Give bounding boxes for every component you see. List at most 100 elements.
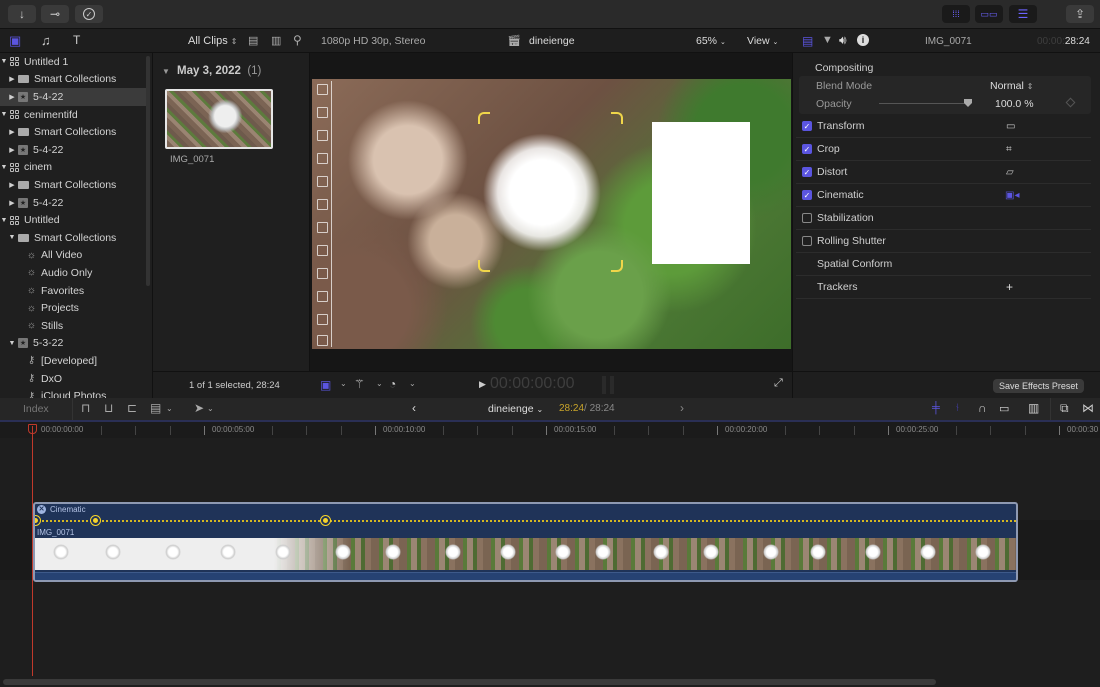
share-button[interactable]: ⇪	[1066, 5, 1094, 23]
disclosure-open-icon[interactable]: ▼	[0, 217, 8, 224]
disclosure-open-icon[interactable]: ▼	[0, 111, 8, 118]
sidebar-item-folder[interactable]: ▶ Smart Collections	[0, 176, 146, 194]
timeline-ruler[interactable]: 00:00:00:00 00:00:05:00 00:00:10:00 00:0…	[0, 422, 1100, 438]
sidebar-item-event[interactable]: ▶ ★ 5-4-22	[0, 141, 146, 159]
focus-point-marker[interactable]	[317, 314, 328, 325]
keyword-editor-button[interactable]: ⊸	[41, 5, 69, 23]
titles-generators-icon[interactable]: T	[73, 33, 80, 47]
blend-mode-dropdown[interactable]: Normal ⇕	[990, 80, 1033, 92]
clip-appearance-icon[interactable]: ▥	[1028, 401, 1039, 415]
focus-point-marker[interactable]	[317, 199, 328, 210]
sidebar-item-smart-collection[interactable]: ☼ Favorites	[0, 282, 146, 300]
disclosure-open-icon[interactable]: ▼	[0, 164, 8, 171]
speedometer-icon[interactable]: ◔	[389, 377, 396, 391]
remove-effect-icon[interactable]: ✕	[37, 505, 46, 514]
focus-point-marker[interactable]	[317, 268, 328, 279]
group-disclosure-icon[interactable]: ▼	[162, 67, 170, 76]
forward-arrow-icon[interactable]: ›	[680, 401, 684, 415]
disclosure-closed-icon[interactable]: ▶	[8, 93, 16, 101]
sidebar-item-smart-collection[interactable]: ☼ Stills	[0, 317, 146, 335]
browser-toggle-button[interactable]: ⁞⁞⁞	[942, 5, 970, 23]
info-inspector-tab-icon[interactable]: i	[857, 34, 869, 46]
stabilization-section[interactable]: Stabilization	[796, 207, 1091, 230]
crop-icon[interactable]: ⌗	[1006, 144, 1012, 155]
cinematic-camera-icon[interactable]: ▣◂	[1005, 190, 1019, 201]
select-tool-icon[interactable]: ➤	[194, 401, 204, 415]
disclosure-open-icon[interactable]: ▼	[8, 340, 16, 347]
distort-checkbox[interactable]: ✓	[802, 167, 812, 177]
crop-section[interactable]: ✓ Crop ⌗	[796, 138, 1091, 161]
background-tasks-button[interactable]: ✓	[75, 5, 103, 23]
distort-icon[interactable]: ▱	[1006, 167, 1014, 178]
append-clip-icon[interactable]: ⊏	[127, 401, 137, 415]
effects-browser-icon[interactable]: ⧉	[1060, 401, 1069, 416]
skimming-icon[interactable]: ╪	[932, 402, 940, 414]
spatial-conform-section[interactable]: Spatial Conform	[796, 253, 1091, 276]
timeline-horizontal-scrollbar[interactable]	[3, 679, 936, 685]
sidebar-item-library[interactable]: ▼ cinem	[0, 159, 146, 177]
rolling-shutter-section[interactable]: Rolling Shutter	[796, 230, 1091, 253]
rolling-shutter-checkbox[interactable]	[802, 236, 812, 246]
sidebar-item-folder[interactable]: ▶ Smart Collections	[0, 71, 146, 89]
focus-point-marker[interactable]	[317, 245, 328, 256]
focus-keyframe[interactable]	[321, 516, 330, 525]
sidebar-item-folder[interactable]: ▼ Smart Collections	[0, 229, 146, 247]
trackers-section[interactable]: Trackers +	[796, 276, 1091, 299]
opacity-slider[interactable]	[879, 103, 971, 104]
focus-point-marker[interactable]	[317, 335, 328, 346]
focus-keyframe[interactable]	[91, 516, 100, 525]
focus-point-marker[interactable]	[317, 107, 328, 118]
cinematic-checkbox[interactable]: ✓	[802, 190, 812, 200]
save-effects-preset-button[interactable]: Save Effects Preset	[993, 379, 1084, 393]
back-arrow-icon[interactable]: ‹	[412, 401, 416, 415]
play-icon[interactable]: ▶	[479, 379, 486, 390]
playhead[interactable]	[32, 426, 33, 676]
add-tracker-button[interactable]: +	[1006, 280, 1013, 294]
inspector-toggle-button[interactable]: ☰	[1009, 5, 1037, 23]
sidebar-item-smart-collection[interactable]: ☼ Audio Only	[0, 264, 146, 282]
opacity-value-field[interactable]: 100.0 %	[995, 98, 1034, 110]
sidebar-item-event[interactable]: ▶ ★ 5-4-22	[0, 194, 146, 212]
magic-wand-icon[interactable]: ⚚	[354, 377, 365, 391]
connect-clip-icon[interactable]: ⊓	[81, 401, 90, 415]
zoom-dropdown[interactable]: 65% ⌄	[696, 35, 726, 47]
audio-inspector-tab-icon[interactable]: 🔊︎	[839, 33, 847, 48]
filmstrip-icon[interactable]: ▥	[271, 34, 281, 47]
focus-point-marker[interactable]	[317, 222, 328, 233]
sidebar-item-event[interactable]: ▼ ★ 5-3-22	[0, 335, 146, 353]
chevron-down-icon[interactable]: ⌄	[376, 379, 383, 388]
disclosure-closed-icon[interactable]: ▶	[8, 181, 16, 189]
distort-section[interactable]: ✓ Distort ▱	[796, 161, 1091, 184]
index-button[interactable]: Index	[23, 403, 49, 415]
video-inspector-tab-icon[interactable]: ▤	[802, 34, 813, 48]
disclosure-open-icon[interactable]: ▼	[0, 58, 8, 65]
cinematic-section[interactable]: ✓ Cinematic ▣◂	[796, 184, 1091, 207]
sidebar-item-folder[interactable]: ▶ Smart Collections	[0, 123, 146, 141]
sidebar-item-keyword[interactable]: ⚷ DxO	[0, 370, 146, 388]
fullscreen-icon[interactable]: ⤢	[774, 377, 783, 390]
chevron-down-icon[interactable]: ⌄	[207, 404, 214, 413]
sidebar-item-keyword[interactable]: ⚷ iCloud Photos	[0, 387, 146, 398]
insert-clip-icon[interactable]: ⊔	[104, 401, 113, 415]
import-button[interactable]: ↓	[8, 5, 36, 23]
chevron-down-icon[interactable]: ⌄	[409, 379, 416, 388]
transitions-browser-icon[interactable]: ⋈	[1082, 401, 1094, 415]
sidebar-item-smart-collection[interactable]: ☼ All Video	[0, 247, 146, 265]
libraries-icon[interactable]: ▣	[9, 33, 21, 49]
view-menu[interactable]: View ⌄	[747, 35, 778, 47]
timeline-project-dropdown[interactable]: dineienge ⌄	[488, 403, 543, 415]
video-camera-icon[interactable]: ▣	[320, 378, 331, 392]
sidebar-item-library[interactable]: ▼ Untitled	[0, 211, 146, 229]
viewer-timecode[interactable]: 00:00:00:00	[490, 375, 575, 393]
disclosure-open-icon[interactable]: ▼	[8, 234, 16, 241]
crop-checkbox[interactable]: ✓	[802, 144, 812, 154]
focus-keyframe[interactable]	[35, 516, 40, 525]
stabilization-checkbox[interactable]	[802, 213, 812, 223]
snapping-icon[interactable]: ▭	[999, 402, 1009, 415]
color-inspector-tab-icon[interactable]: ▼	[822, 34, 833, 46]
sidebar-item-library[interactable]: ▼ Untitled 1	[0, 53, 146, 71]
clip-thumbnail[interactable]	[165, 89, 273, 149]
disclosure-closed-icon[interactable]: ▶	[8, 199, 16, 207]
chevron-down-icon[interactable]: ⌄	[340, 379, 347, 388]
disclosure-closed-icon[interactable]: ▶	[8, 146, 16, 154]
